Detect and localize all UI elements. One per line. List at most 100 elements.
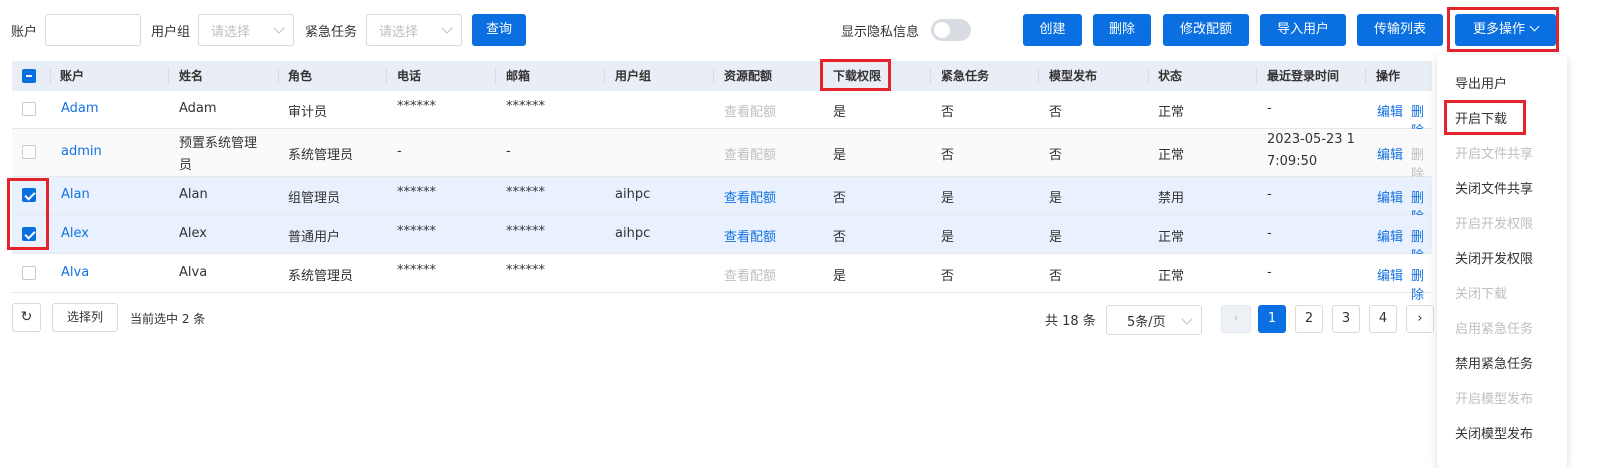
email-cell: ****** [506, 185, 545, 200]
name-cell: Alan [179, 187, 208, 202]
view-quota-link[interactable]: 查看配额 [724, 187, 776, 206]
role-cell: 普通用户 [288, 230, 341, 245]
last-login-cell: - [1267, 265, 1272, 280]
table-header: 账户 姓名 角色 电话 邮箱 用户组 资源配额 下载权限 紧急任务 模型发布 状… [12, 61, 1432, 91]
edit-link[interactable]: 编辑 [1377, 101, 1403, 120]
table-row: Alex Alex 普通用户 ****** ****** aihpc 查看配额 … [12, 215, 1432, 264]
edit-link[interactable]: 编辑 [1377, 187, 1403, 206]
account-input[interactable] [45, 14, 141, 46]
urgent-label: 紧急任务 [305, 25, 358, 40]
role-cell: 系统管理员 [288, 269, 354, 284]
total-count-text: 共 18 条 [1045, 314, 1096, 329]
name-cell-line2: 员 [179, 158, 193, 173]
menu-item-disable-download: 关闭下载 [1455, 287, 1508, 302]
urgent-cell: 是 [941, 230, 955, 245]
model-publish-cell: 否 [1049, 148, 1063, 163]
group-cell: aihpc [615, 187, 651, 202]
account-link[interactable]: Alan [61, 187, 90, 202]
urgent-cell: 否 [941, 269, 955, 284]
urgent-cell: 是 [941, 191, 955, 206]
col-last-login: 最近登录时间 [1267, 69, 1340, 83]
email-cell: ****** [506, 263, 545, 278]
menu-item-disable-model-publish[interactable]: 关闭模型发布 [1455, 423, 1533, 442]
highlight-enable-download [1444, 100, 1526, 135]
edit-quota-button[interactable]: 修改配额 [1163, 14, 1249, 46]
urgent-select-placeholder: 请选择 [379, 25, 419, 40]
account-link[interactable]: Alex [61, 226, 89, 241]
account-link[interactable]: Adam [61, 101, 99, 116]
delete-link[interactable]: 删除 [1411, 265, 1432, 303]
name-cell-line1: 预置系统管理 [179, 136, 258, 151]
page-1-button[interactable]: 1 [1258, 305, 1286, 333]
col-urgent: 紧急任务 [941, 69, 990, 83]
account-link[interactable]: admin [61, 144, 102, 159]
menu-item-disable-file-share[interactable]: 关闭文件共享 [1455, 178, 1533, 197]
table-row: Adam Adam 审计员 ****** ****** 查看配额 是 否 否 正… [12, 91, 1432, 139]
download-cell: 否 [833, 230, 847, 245]
page-2-button[interactable]: 2 [1295, 305, 1323, 333]
menu-item-disable-urgent[interactable]: 禁用紧急任务 [1455, 353, 1533, 372]
download-cell: 是 [833, 105, 847, 120]
group-select-placeholder: 请选择 [211, 25, 251, 40]
menu-item-disable-dev[interactable]: 关闭开发权限 [1455, 248, 1533, 267]
name-cell: Alva [179, 265, 208, 280]
prev-page-icon[interactable]: ‹ [1221, 305, 1251, 333]
status-cell: 正常 [1158, 269, 1185, 284]
view-quota-link: 查看配额 [724, 105, 777, 120]
last-login-cell: - [1267, 101, 1272, 116]
select-all-checkbox[interactable] [22, 69, 36, 83]
name-cell: Alex [179, 226, 207, 241]
col-role: 角色 [288, 69, 313, 83]
selected-count-text: 当前选中 2 条 [130, 312, 206, 326]
refresh-icon[interactable]: ↻ [12, 303, 41, 332]
status-cell: 禁用 [1158, 191, 1185, 206]
col-phone: 电话 [397, 69, 422, 83]
phone-cell: - [397, 144, 402, 159]
next-page-icon[interactable]: › [1406, 305, 1434, 333]
page-4-button[interactable]: 4 [1369, 305, 1397, 333]
last-login-line2: 7:09:50 [1267, 154, 1318, 169]
delete-button[interactable]: 删除 [1093, 14, 1151, 46]
urgent-cell: 否 [941, 105, 955, 120]
table-row: Alva Alva 系统管理员 ****** ****** 查看配额 是 否 否… [12, 254, 1432, 303]
privacy-toggle[interactable] [931, 19, 971, 41]
download-cell: 否 [833, 191, 847, 206]
page-size-select[interactable]: 5条/页 [1106, 305, 1202, 335]
transfer-list-button[interactable]: 传输列表 [1357, 14, 1443, 46]
menu-item-export-users[interactable]: 导出用户 [1455, 73, 1507, 92]
phone-cell: ****** [397, 224, 436, 239]
urgent-select[interactable]: 请选择 [366, 14, 462, 46]
email-cell: ****** [506, 224, 545, 239]
view-quota-link[interactable]: 查看配额 [724, 226, 776, 245]
col-account: 账户 [60, 69, 85, 83]
menu-item-enable-urgent: 启用紧急任务 [1455, 322, 1534, 337]
phone-cell: ****** [397, 263, 436, 278]
col-quota: 资源配额 [724, 69, 773, 83]
view-quota-link: 查看配额 [724, 269, 777, 284]
col-name: 姓名 [179, 69, 204, 83]
name-cell: Adam [179, 101, 217, 116]
edit-link[interactable]: 编辑 [1377, 144, 1403, 163]
phone-cell: ****** [397, 99, 436, 114]
edit-link[interactable]: 编辑 [1377, 226, 1403, 245]
download-cell: 是 [833, 148, 847, 163]
col-group: 用户组 [615, 69, 652, 83]
account-link[interactable]: Alva [61, 265, 89, 280]
edit-link[interactable]: 编辑 [1377, 265, 1403, 284]
highlight-selected-checkboxes [7, 178, 49, 250]
col-email: 邮箱 [506, 69, 531, 83]
page-3-button[interactable]: 3 [1332, 305, 1360, 333]
highlight-more-actions [1447, 7, 1559, 52]
role-cell: 系统管理员 [288, 148, 354, 163]
email-cell: ****** [506, 99, 545, 114]
status-cell: 正常 [1158, 148, 1185, 163]
select-columns-button[interactable]: 选择列 [52, 303, 118, 332]
group-cell: aihpc [615, 226, 651, 241]
import-users-button[interactable]: 导入用户 [1260, 14, 1346, 46]
row-checkbox[interactable] [22, 102, 36, 116]
group-select[interactable]: 请选择 [198, 14, 294, 46]
row-checkbox[interactable] [22, 145, 36, 159]
query-button[interactable]: 查询 [472, 14, 526, 46]
create-button[interactable]: 创建 [1023, 14, 1082, 46]
row-checkbox[interactable] [22, 266, 36, 280]
